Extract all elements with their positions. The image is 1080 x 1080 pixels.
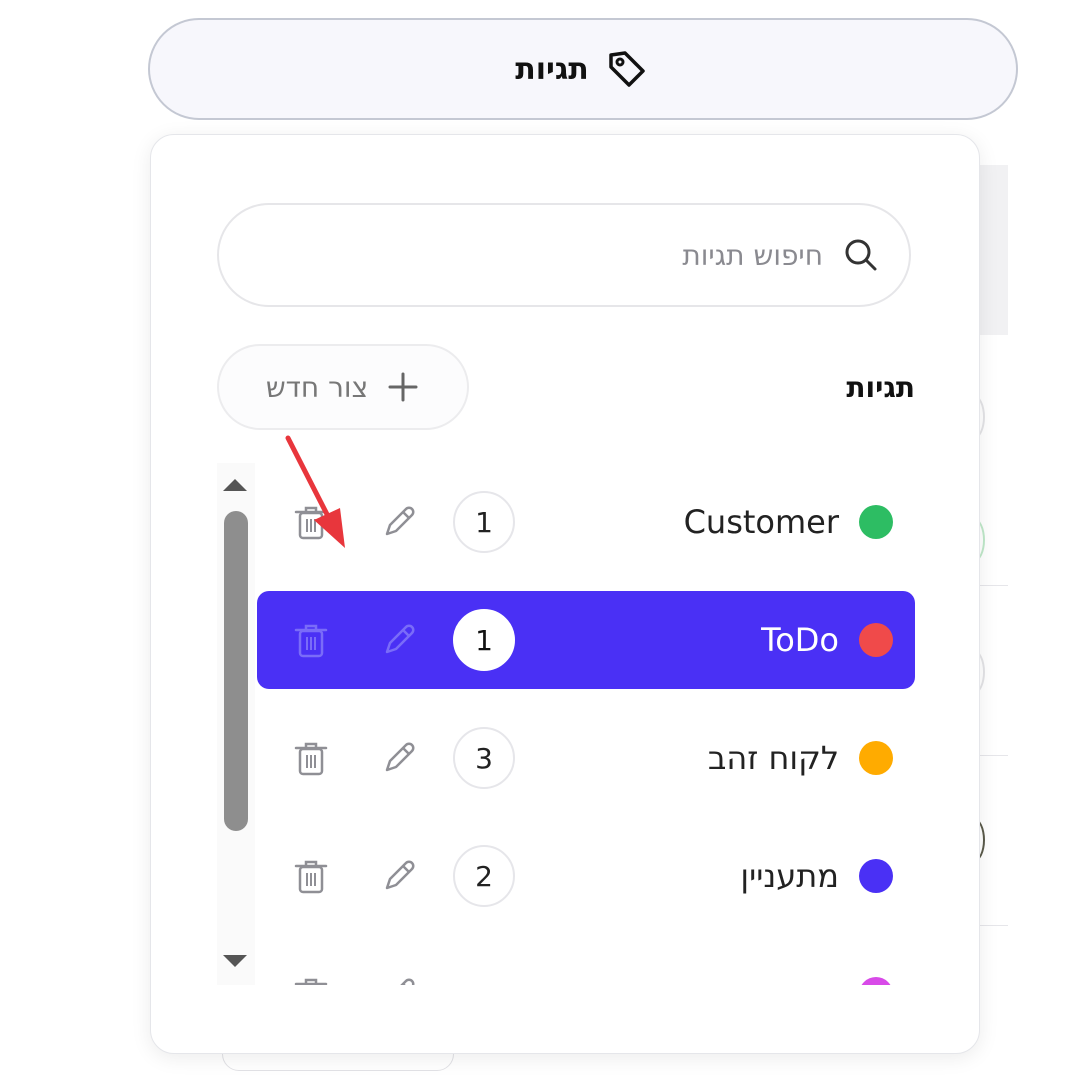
scroll-down-arrow[interactable]: [223, 955, 247, 967]
scrollbar-thumb[interactable]: [224, 511, 248, 831]
tag-rows: 1 Customer 1 ToDo 3 לקוח זהב 2 מתעניין: [257, 463, 915, 985]
tag-row[interactable]: 3 לקוח זהב: [257, 699, 915, 817]
pencil-icon[interactable]: [379, 620, 419, 660]
search-icon: [845, 239, 877, 271]
trash-icon[interactable]: [293, 620, 329, 660]
tag-count-badge: 2: [453, 845, 515, 907]
tag-color-dot: [859, 623, 893, 657]
plus-icon: [388, 372, 418, 402]
tag-name: מתעניין: [740, 857, 839, 895]
tag-color-dot: [859, 859, 893, 893]
tag-count-badge: 3: [453, 727, 515, 789]
scrollbar[interactable]: [217, 463, 255, 985]
tag-color-dot: [859, 505, 893, 539]
tag-row[interactable]: [257, 935, 915, 985]
tags-toggle-label: תגיות: [515, 51, 589, 87]
tag-search-input[interactable]: [261, 237, 825, 273]
tag-name: לקוח זהב: [707, 739, 839, 777]
tag-count-badge: 1: [453, 491, 515, 553]
tag-color-dot: [859, 741, 893, 775]
tag-color-dot: [859, 977, 893, 985]
tag-row[interactable]: 2 מתעניין: [257, 817, 915, 935]
tag-row[interactable]: 1 ToDo: [257, 591, 915, 689]
create-tag-button[interactable]: צור חדש: [217, 344, 469, 430]
pencil-icon[interactable]: [379, 856, 419, 896]
tag-name: ToDo: [761, 621, 839, 659]
tag-list: 1 Customer 1 ToDo 3 לקוח זהב 2 מתעניין: [217, 463, 917, 985]
pencil-icon[interactable]: [379, 738, 419, 778]
tag-count-badge: 1: [453, 609, 515, 671]
scroll-up-arrow[interactable]: [223, 479, 247, 491]
trash-icon[interactable]: [293, 502, 329, 542]
trash-icon[interactable]: [293, 856, 329, 896]
trash-icon[interactable]: [293, 738, 329, 778]
section-title: תגיות: [846, 371, 915, 404]
tags-toggle-button[interactable]: תגיות: [148, 18, 1018, 120]
tag-row[interactable]: 1 Customer: [257, 463, 915, 581]
tag-name: Customer: [683, 503, 839, 541]
tag-icon: [609, 51, 645, 87]
tags-popover: תגיות צור חדש 1 Customer 1 ToDo 3 לקוח ז…: [150, 134, 980, 1054]
pencil-icon[interactable]: [379, 502, 419, 542]
trash-icon[interactable]: [293, 974, 329, 985]
pencil-icon[interactable]: [379, 974, 419, 985]
tag-search-box[interactable]: [217, 203, 911, 307]
create-tag-label: צור חדש: [265, 370, 369, 404]
